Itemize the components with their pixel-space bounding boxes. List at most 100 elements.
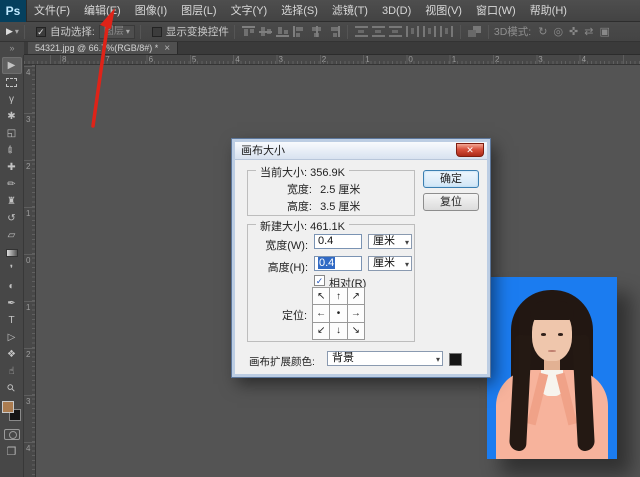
3d-slide-icon[interactable]: ⇄ [584,25,593,38]
menu-item-7[interactable]: 3D(D) [375,0,418,22]
eyedropper-tool[interactable]: ✐ [2,142,22,159]
anchor-cell-1[interactable]: ↑ [330,288,346,304]
height-unit-dropdown[interactable]: 厘米 ▾ [368,256,412,271]
distribute-left-icon[interactable] [406,26,419,37]
menu-item-10[interactable]: 帮助(H) [523,0,574,22]
dialog-close-button[interactable]: ✕ [456,143,484,157]
menu-bar: Ps 文件(F)编辑(E)图像(I)图层(L)文字(Y)选择(S)滤镜(T)3D… [0,0,640,22]
document-tab-bar: 54321.jpg @ 66.7%(RGB/8#) * × [24,42,640,55]
blur-tool-glyph: ❜ [10,264,13,275]
menu-item-2[interactable]: 图像(I) [128,0,174,22]
lasso-tool-glyph: γ [9,94,14,105]
menu-item-6[interactable]: 滤镜(T) [325,0,375,22]
history-brush-tool[interactable]: ↺ [2,210,22,227]
foreground-color-swatch[interactable] [2,401,14,413]
relative-checkbox[interactable]: ✓ [314,275,325,286]
zoom-tool[interactable]: ⚲ [2,380,22,397]
anchor-cell-3[interactable]: ← [313,305,329,321]
menu-item-3[interactable]: 图层(L) [174,0,223,22]
anchor-cell-7[interactable]: ↓ [330,323,346,339]
eraser-tool[interactable]: ▱ [2,227,22,244]
align-hcenter-icon[interactable] [310,26,323,37]
quick-selection-tool[interactable]: ✱ [2,108,22,125]
hand-tool-glyph: ☝ [8,366,14,377]
auto-select-checkbox[interactable]: ✓ [36,27,46,37]
align-right-icon[interactable] [327,26,340,37]
anchor-cell-2[interactable]: ↗ [348,288,364,304]
menu-item-1[interactable]: 编辑(E) [77,0,128,22]
align-top-icon[interactable] [242,26,255,37]
canvas-extension-dropdown[interactable]: 背景 ▾ [327,351,443,366]
custom-shape-tool[interactable]: ❖ [2,346,22,363]
tab-close-icon[interactable]: × [164,42,170,55]
photo-mouth [548,350,556,352]
3d-scale-icon[interactable]: ▣ [599,25,609,38]
h-ruler-number: 0 [408,55,412,64]
width-unit-dropdown[interactable]: 厘米 ▾ [368,234,412,249]
menu-item-0[interactable]: 文件(F) [27,0,77,22]
reset-button[interactable]: 复位 [423,193,479,211]
toolbar-collapse-icon[interactable]: » [0,42,24,55]
spot-healing-brush-tool[interactable]: ✚ [2,159,22,176]
auto-select-label: 自动选择: [50,24,95,39]
align-icons-group [240,26,342,37]
hand-tool[interactable]: ☝ [2,363,22,380]
v-ruler-number: 1 [26,303,30,312]
align-vcenter-icon[interactable] [259,26,272,37]
distribute-bottom-icon[interactable] [389,26,402,37]
ok-button[interactable]: 确定 [423,170,479,188]
type-tool[interactable]: T [2,312,22,329]
rectangular-marquee-tool[interactable] [2,74,22,91]
distribute-vcenter-icon[interactable] [372,26,385,37]
align-bottom-icon[interactable] [276,26,289,37]
auto-select-target-dropdown[interactable]: 图层 ▾ [99,25,135,39]
anchor-cell-5[interactable]: → [348,305,364,321]
document-tab[interactable]: 54321.jpg @ 66.7%(RGB/8#) * × [28,42,178,54]
brush-tool[interactable]: ✏ [2,176,22,193]
move-tool-icon[interactable]: ▶ [6,26,13,37]
current-size-group: 当前大小: 356.9K 宽度: 2.5 厘米 高度: 3.5 厘米 [247,170,415,216]
caret-down-icon: ▾ [436,353,440,366]
move-tool[interactable]: ▶ [2,57,22,74]
clone-stamp-tool[interactable]: ♜ [2,193,22,210]
path-selection-tool[interactable]: ▷ [2,329,22,346]
photoshop-logo-icon: Ps [0,0,27,22]
separator [24,25,25,39]
blur-tool[interactable]: ❜ [2,261,22,278]
new-width-label: 宽度(W): [256,237,308,253]
distribute-top-icon[interactable] [355,26,368,37]
h-ruler-number: 8 [62,55,66,64]
dodge-tool[interactable]: ◐ [2,278,22,295]
h-ruler-number: 7 [105,55,109,64]
menu-item-8[interactable]: 视图(V) [418,0,469,22]
3d-drag-icon[interactable]: ✜ [569,25,578,38]
menu-item-4[interactable]: 文字(Y) [224,0,275,22]
anchor-cell-8[interactable]: ↘ [348,323,364,339]
separator [347,25,348,39]
anchor-cell-0[interactable]: ↖ [313,288,329,304]
distribute-right-icon[interactable] [440,26,453,37]
lasso-tool[interactable]: γ [2,91,22,108]
canvas-extension-color-swatch[interactable] [449,353,462,366]
width-input[interactable]: 0.4 [314,234,362,249]
height-input[interactable]: 0.4 [314,256,362,271]
dodge-tool-glyph: ◐ [8,281,14,292]
anchor-cell-4[interactable]: • [330,305,346,321]
menu-item-5[interactable]: 选择(S) [274,0,325,22]
auto-align-icon[interactable] [468,26,481,37]
gradient-tool[interactable] [2,244,22,261]
separator [140,25,141,39]
quick-mask-icon[interactable] [4,429,20,440]
3d-orbit-icon[interactable]: ↻ [538,25,547,38]
pen-tool[interactable]: ✒ [2,295,22,312]
align-left-icon[interactable] [293,26,306,37]
anchor-cell-6[interactable]: ↙ [313,323,329,339]
dialog-title-bar[interactable]: 画布大小 [235,142,487,160]
crop-tool[interactable]: ◱ [2,125,22,142]
tool-preset-caret-icon[interactable]: ▾ [15,27,19,36]
screen-mode-icon[interactable]: ❐ [7,445,17,458]
show-transform-checkbox[interactable] [152,27,162,37]
distribute-hcenter-icon[interactable] [423,26,436,37]
3d-roll-icon[interactable]: ◎ [553,25,563,38]
menu-item-9[interactable]: 窗口(W) [469,0,523,22]
